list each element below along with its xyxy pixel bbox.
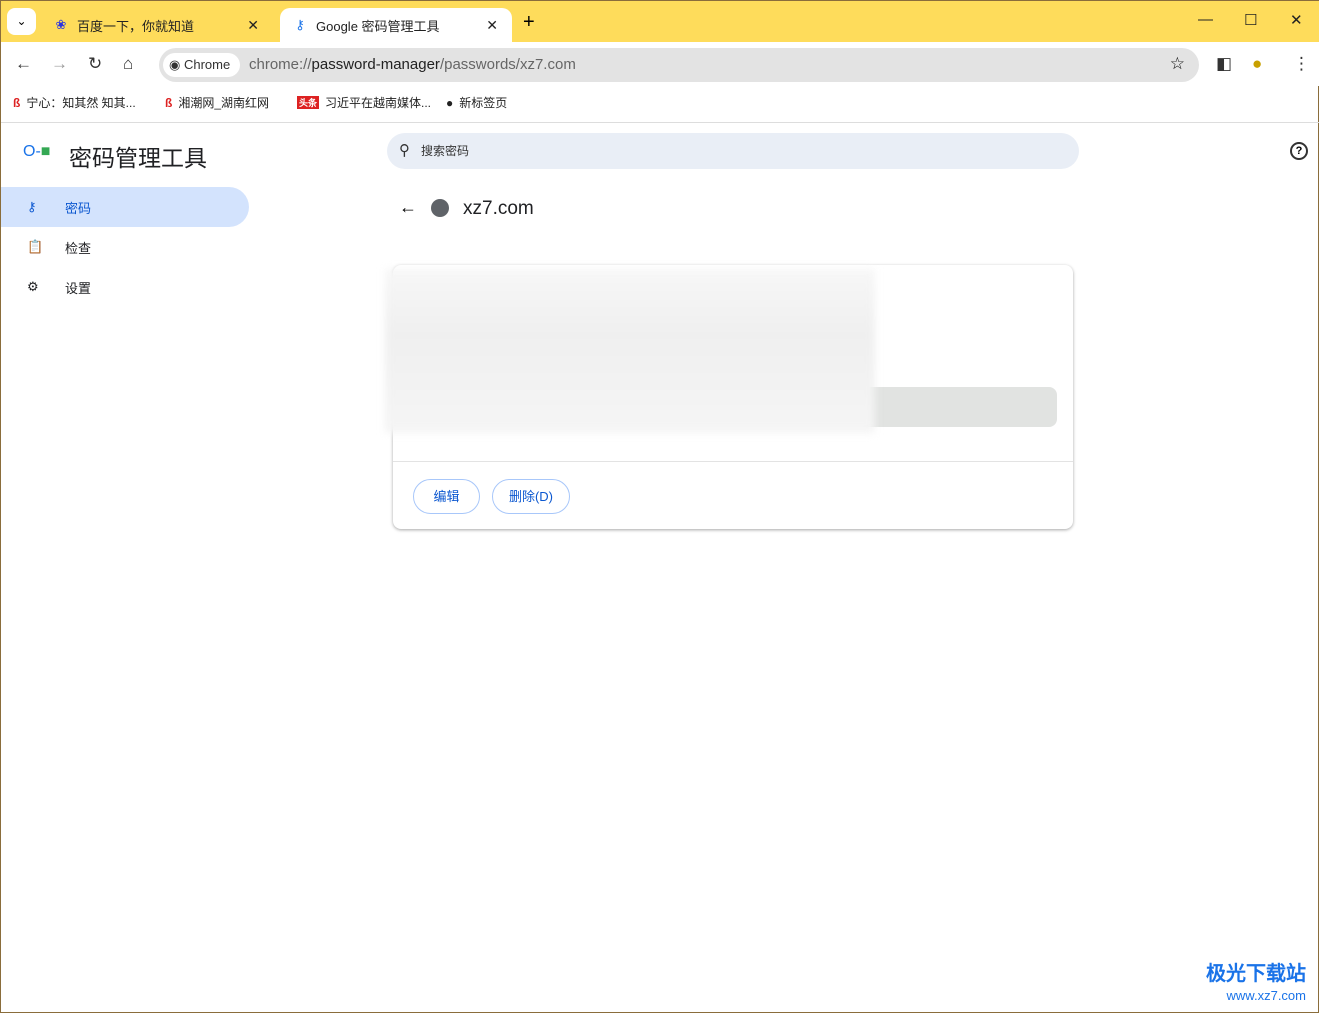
close-tab-icon[interactable]: ✕ bbox=[486, 17, 498, 34]
credential-card: 编辑 删除(D) bbox=[385, 265, 1073, 529]
checkup-icon: 📋 bbox=[27, 239, 44, 254]
search-icon: ⚲ bbox=[399, 142, 410, 159]
watermark-logo: 极光下载站 www.xz7.com bbox=[1206, 963, 1306, 1003]
star-icon[interactable]: ☆ bbox=[1170, 54, 1185, 74]
close-tab-icon[interactable]: ✕ bbox=[247, 17, 259, 34]
chrome-icon: ◉ bbox=[169, 57, 184, 72]
forward-button[interactable]: → bbox=[51, 54, 68, 74]
edit-button[interactable]: 编辑 bbox=[413, 479, 480, 514]
reload-button[interactable]: ↻ bbox=[88, 54, 102, 74]
side-panel-icon[interactable]: ◧ bbox=[1216, 54, 1232, 74]
chrome-chip[interactable]: ◉ Chrome bbox=[163, 53, 240, 77]
profile-avatar[interactable]: ● bbox=[1252, 54, 1262, 74]
title-bar: ⌄ ❀ 百度一下，你就知道 ✕ ⚷ Google 密码管理工具 ✕ + — ☐ ✕ bbox=[1, 1, 1319, 42]
minimize-button[interactable]: — bbox=[1198, 11, 1213, 28]
url-text[interactable]: chrome://password-manager/passwords/xz7.… bbox=[249, 56, 576, 73]
bookmark-item[interactable]: ß 宁心：知其然 知其... bbox=[13, 94, 136, 111]
address-bar[interactable]: ◉ Chrome chrome://password-manager/passw… bbox=[159, 48, 1199, 82]
sidebar-item-settings[interactable]: ⚙ 设置 bbox=[1, 267, 249, 307]
page-title: 密码管理工具 bbox=[69, 145, 207, 171]
tab-search-button[interactable]: ⌄ bbox=[7, 8, 36, 35]
divider bbox=[1, 122, 1319, 123]
maximize-button[interactable]: ☐ bbox=[1244, 11, 1257, 29]
tab-label: 百度一下，你就知道 bbox=[77, 18, 195, 34]
blurred-credentials bbox=[385, 269, 875, 433]
bookmark-item[interactable]: 头条 习近平在越南媒体... bbox=[297, 94, 431, 111]
bookmark-icon: ß bbox=[165, 95, 173, 110]
password-manager-logo-icon: O-■ bbox=[23, 143, 51, 160]
site-name: xz7.com bbox=[463, 198, 534, 219]
search-passwords-input[interactable]: ⚲ 搜索密码 bbox=[387, 133, 1079, 169]
home-button[interactable]: ⌂ bbox=[123, 54, 133, 74]
password-field[interactable] bbox=[863, 387, 1057, 427]
globe-icon: ● bbox=[446, 95, 454, 110]
back-button[interactable]: ← bbox=[15, 54, 32, 74]
new-tab-button[interactable]: + bbox=[523, 11, 535, 34]
gear-icon: ⚙ bbox=[27, 279, 39, 294]
tab-baidu[interactable]: ❀ 百度一下，你就知道 ✕ bbox=[41, 8, 273, 42]
baidu-paw-icon: ❀ bbox=[55, 17, 67, 32]
delete-button[interactable]: 删除(D) bbox=[492, 479, 570, 514]
key-icon: ⚷ bbox=[27, 199, 37, 214]
bookmark-item[interactable]: ß 湘潮网_湖南红网 bbox=[165, 94, 269, 111]
bookmark-icon: ß bbox=[13, 95, 21, 110]
key-icon: ⚷ bbox=[295, 17, 305, 32]
divider bbox=[393, 461, 1073, 462]
bookmark-item[interactable]: ● 新标签页 bbox=[446, 94, 507, 111]
sidebar-item-checkup[interactable]: 📋 检查 bbox=[1, 227, 249, 267]
tab-label: Google 密码管理工具 bbox=[316, 18, 440, 34]
help-icon[interactable]: ? bbox=[1290, 142, 1308, 160]
menu-icon[interactable]: ⋮ bbox=[1293, 54, 1310, 74]
close-window-button[interactable]: ✕ bbox=[1290, 11, 1303, 29]
sidebar-item-passwords[interactable]: ⚷ 密码 bbox=[1, 187, 249, 227]
globe-icon bbox=[431, 199, 449, 217]
bookmark-icon: 头条 bbox=[297, 96, 320, 109]
back-arrow-button[interactable]: ← bbox=[399, 197, 417, 218]
tab-password-manager[interactable]: ⚷ Google 密码管理工具 ✕ bbox=[280, 8, 512, 42]
